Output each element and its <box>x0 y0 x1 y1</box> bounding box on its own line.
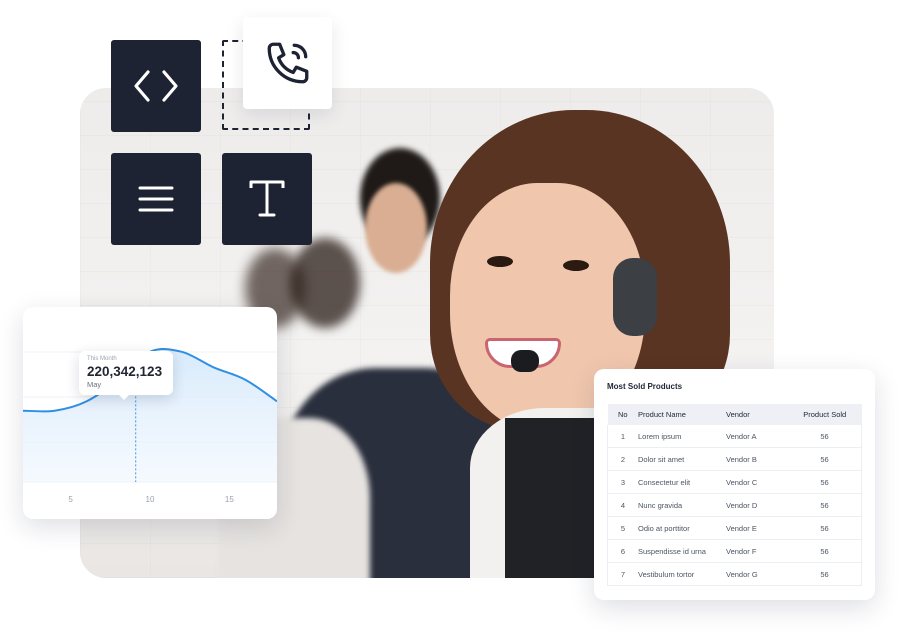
column-header[interactable]: No <box>608 404 639 425</box>
cell-product-sold: 56 <box>788 539 862 563</box>
table-row[interactable]: 2 Dolor sit amet Vendor B 56 <box>607 447 862 471</box>
cell-vendor: Vendor G <box>726 562 788 586</box>
agent-silhouette <box>290 238 360 328</box>
cell-product-name: Dolor sit amet <box>638 447 726 471</box>
table-title: Most Sold Products <box>607 382 683 391</box>
agent-face <box>365 183 427 273</box>
column-header[interactable]: Vendor <box>726 404 788 425</box>
most-sold-products-card: Most Sold Products No Product Name Vendo… <box>594 369 875 600</box>
cell-vendor: Vendor E <box>726 516 788 540</box>
tooltip-month: May <box>87 380 102 389</box>
products-table: No Product Name Vendor Product Sold 1 Lo… <box>607 404 862 586</box>
agent-eye <box>563 260 589 271</box>
table-header-row: No Product Name Vendor Product Sold <box>607 404 862 425</box>
agent-eye <box>487 256 513 267</box>
table-row[interactable]: 3 Consectetur elit Vendor C 56 <box>607 470 862 494</box>
cell-product-name: Lorem ipsum <box>638 425 726 448</box>
code-tool-tile[interactable] <box>111 40 201 132</box>
table-row[interactable]: 7 Vestibulum tortor Vendor G 56 <box>607 562 862 586</box>
x-tick-label: 15 <box>225 495 234 504</box>
x-tick-label: 5 <box>68 495 73 504</box>
headset-earpiece <box>613 258 657 336</box>
menu-tool-tile[interactable] <box>111 153 201 245</box>
cell-product-sold: 56 <box>788 493 862 517</box>
cell-no: 7 <box>607 562 638 586</box>
cell-no: 1 <box>607 425 638 448</box>
table-row[interactable]: 6 Suspendisse id urna Vendor F 56 <box>607 539 862 563</box>
cell-vendor: Vendor F <box>726 539 788 563</box>
menu-lines-icon <box>138 186 174 212</box>
cell-product-sold: 56 <box>788 425 862 448</box>
table-row[interactable]: 5 Odio at porttitor Vendor E 56 <box>607 516 862 540</box>
cell-product-name: Nunc gravida <box>638 493 726 517</box>
cell-no: 2 <box>607 447 638 471</box>
cell-vendor: Vendor C <box>726 470 788 494</box>
cell-product-name: Vestibulum tortor <box>638 562 726 586</box>
cell-no: 5 <box>607 516 638 540</box>
phone-call-icon <box>267 42 308 84</box>
metric-chart-card: 5 10 15 This Month 220,342,123 May <box>23 307 277 519</box>
x-tick-label: 10 <box>146 495 155 504</box>
cell-no: 6 <box>607 539 638 563</box>
tooltip-label: This Month <box>87 356 117 362</box>
tooltip-value: 220,342,123 <box>87 364 163 379</box>
text-t-icon <box>249 180 285 217</box>
table-row[interactable]: 1 Lorem ipsum Vendor A 56 <box>607 425 862 448</box>
cell-product-name: Odio at porttitor <box>638 516 726 540</box>
cell-no: 3 <box>607 470 638 494</box>
chart-tooltip: This Month 220,342,123 May <box>79 351 173 400</box>
text-tool-tile[interactable] <box>222 153 312 245</box>
cell-product-sold: 56 <box>788 562 862 586</box>
cell-product-sold: 56 <box>788 447 862 471</box>
column-header[interactable]: Product Sold <box>788 404 862 425</box>
cell-product-name: Suspendisse id urna <box>638 539 726 563</box>
agent-top <box>505 418 595 578</box>
phone-tool-card[interactable] <box>243 17 332 109</box>
cell-vendor: Vendor D <box>726 493 788 517</box>
area-chart: 5 10 15 <box>23 348 277 504</box>
code-icon <box>134 70 178 102</box>
cell-product-sold: 56 <box>788 470 862 494</box>
column-header[interactable]: Product Name <box>638 404 726 425</box>
cell-no: 4 <box>607 493 638 517</box>
cell-vendor: Vendor A <box>726 425 788 448</box>
cell-product-name: Consectetur elit <box>638 470 726 494</box>
table-row[interactable]: 4 Nunc gravida Vendor D 56 <box>607 493 862 517</box>
headset-mic <box>511 350 539 372</box>
cell-product-sold: 56 <box>788 516 862 540</box>
cell-vendor: Vendor B <box>726 447 788 471</box>
